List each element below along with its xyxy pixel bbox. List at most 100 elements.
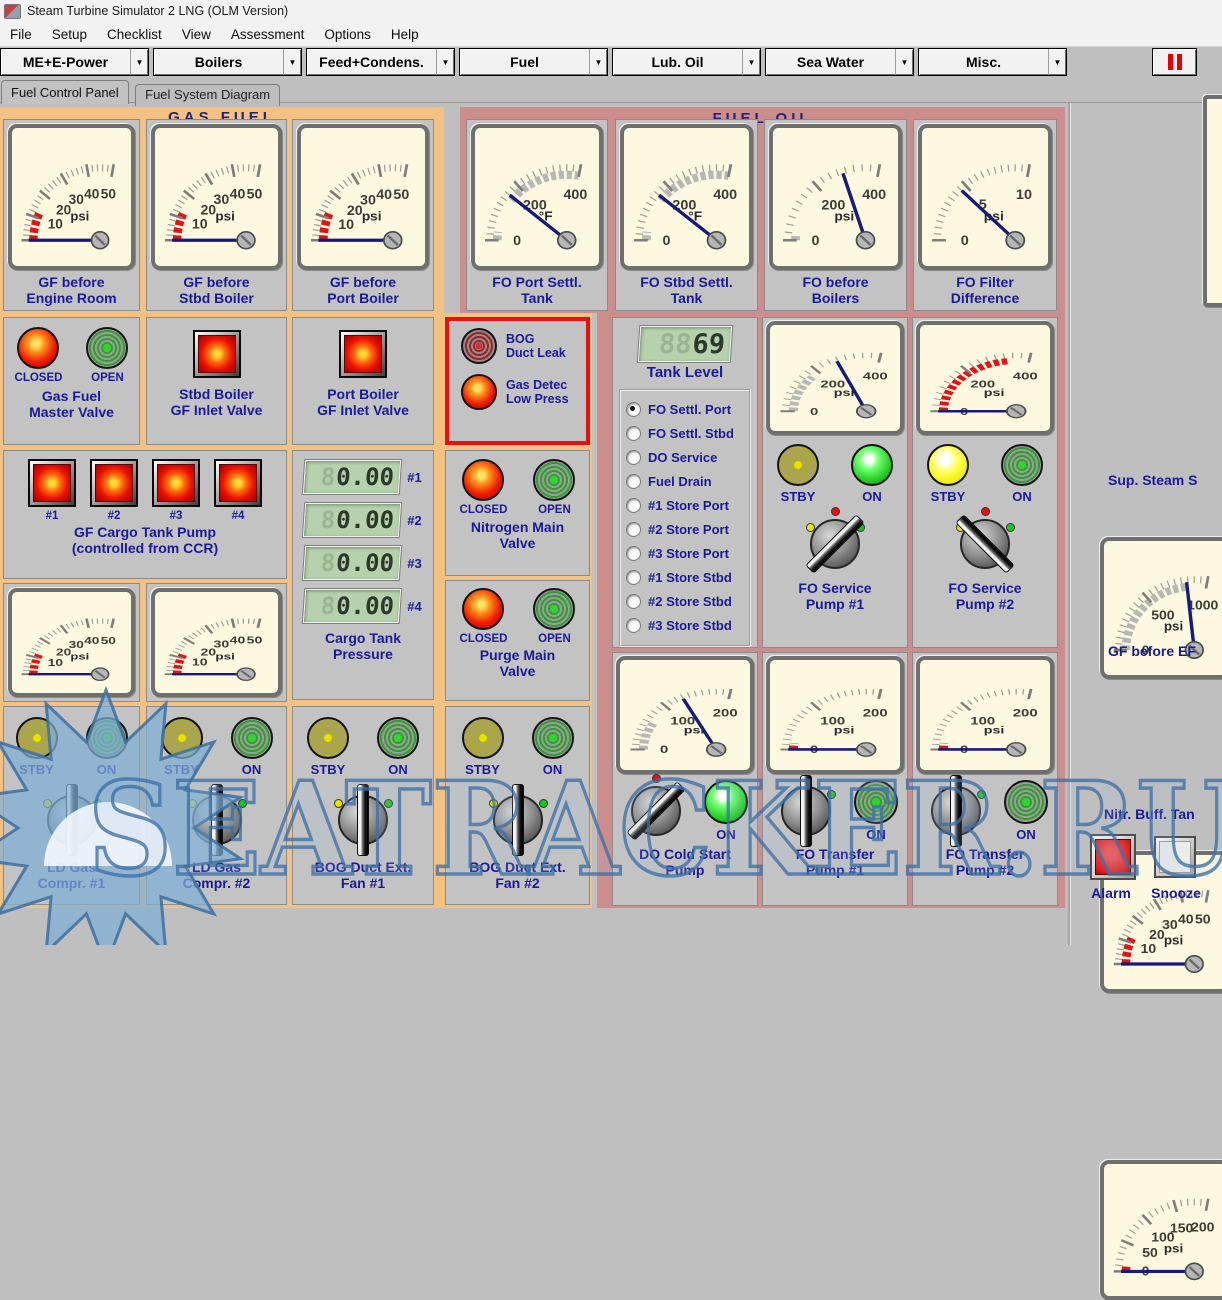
cargo-tank-pump-button-4[interactable] xyxy=(214,459,262,507)
radio-option-1-store-port[interactable]: #1 Store Port xyxy=(626,494,744,518)
chevron-down-icon[interactable]: ▼ xyxy=(589,49,607,75)
valve-label: Nitrogen Main Valve xyxy=(471,520,564,551)
svg-text:200: 200 xyxy=(1013,707,1038,719)
do-cold-start-switch[interactable] xyxy=(622,777,690,845)
ld-compr-2-switch[interactable] xyxy=(183,786,251,854)
cargo-tank-pump-button-1[interactable] xyxy=(28,459,76,507)
gauge-fo-before-boilers: 0200400psi xyxy=(769,124,902,270)
radio-circle[interactable] xyxy=(626,618,641,633)
cargo-tank-pump-button-2[interactable] xyxy=(90,459,138,507)
chevron-down-icon[interactable]: ▼ xyxy=(742,49,760,75)
radio-option-3-store-port[interactable]: #3 Store Port xyxy=(626,542,744,566)
panel-purge-main-valve: CLOSED OPEN Purge Main Valve xyxy=(445,580,590,701)
cargo-tank-pump-button-3[interactable] xyxy=(152,459,200,507)
bog-fan-1-switch[interactable] xyxy=(329,786,397,854)
cargo-pressure-display: 80.00 xyxy=(303,589,401,623)
illuminated-core xyxy=(33,464,71,502)
chevron-down-icon[interactable]: ▼ xyxy=(1048,49,1066,75)
toolbar-button-fuel[interactable]: Fuel▼ xyxy=(459,48,608,76)
toolbar-button-boilers[interactable]: Boilers▼ xyxy=(153,48,302,76)
snooze-face xyxy=(1159,841,1191,873)
radio-option-3-store-stbd[interactable]: #3 Store Stbd xyxy=(626,614,744,638)
pause-button[interactable] xyxy=(1152,48,1197,76)
panel-fo-before-boilers: 0200400psi FO before Boilers xyxy=(764,119,907,311)
panel-gf-cargo-tank-pump: #1#2#3#4 GF Cargo Tank Pump (controlled … xyxy=(3,450,287,579)
svg-text:0: 0 xyxy=(810,405,818,417)
button-tag: #2 xyxy=(108,510,121,522)
alarm-button[interactable] xyxy=(1090,834,1136,880)
radio-circle[interactable] xyxy=(626,450,641,465)
switch-handle[interactable] xyxy=(211,784,223,856)
button-tag: #1 xyxy=(46,510,59,522)
radio-option-fo-settl-stbd[interactable]: FO Settl. Stbd xyxy=(626,422,744,446)
toolbar-button-lub-oil[interactable]: Lub. Oil▼ xyxy=(612,48,761,76)
tab-fuel-system-diagram[interactable]: Fuel System Diagram xyxy=(135,84,280,106)
green-position-dot xyxy=(384,799,393,808)
radio-circle[interactable] xyxy=(626,522,641,537)
chevron-down-icon[interactable]: ▼ xyxy=(436,49,454,75)
radio-option-2-store-port[interactable]: #2 Store Port xyxy=(626,518,744,542)
radio-circle[interactable] xyxy=(626,474,641,489)
panel-tank-level: 8869 Tank Level FO Settl. PortFO Settl. … xyxy=(612,317,758,648)
toolbar-button-feed-condens[interactable]: Feed+Condens.▼ xyxy=(306,48,455,76)
svg-text:0: 0 xyxy=(961,233,969,248)
panel-stbd-boiler-gf-inlet-valve: Stbd Boiler GF Inlet Valve xyxy=(146,317,287,445)
radio-circle[interactable] xyxy=(626,498,641,513)
switch-handle[interactable] xyxy=(950,775,962,847)
chevron-down-icon[interactable]: ▼ xyxy=(130,49,148,75)
illuminated-core xyxy=(198,335,236,373)
on-lamp xyxy=(704,780,748,824)
radio-circle[interactable] xyxy=(626,570,641,585)
gauge-do-cold-start-pump: 0100200psi xyxy=(616,656,754,774)
illuminated-core xyxy=(95,464,133,502)
chevron-down-icon[interactable]: ▼ xyxy=(283,49,301,75)
switch-handle[interactable] xyxy=(800,775,812,847)
radio-circle[interactable] xyxy=(626,594,641,609)
closed-label: CLOSED xyxy=(460,633,508,645)
menu-item-checklist[interactable]: Checklist xyxy=(97,24,172,45)
radio-circle[interactable] xyxy=(626,426,641,441)
radio-option-fuel-drain[interactable]: Fuel Drain xyxy=(626,470,744,494)
pause-icon xyxy=(1168,54,1173,70)
radio-option-1-store-stbd[interactable]: #1 Store Stbd xyxy=(626,566,744,590)
illuminated-core xyxy=(219,464,257,502)
tab-fuel-control-panel[interactable]: Fuel Control Panel xyxy=(1,80,129,104)
chevron-down-icon[interactable]: ▼ xyxy=(895,49,913,75)
stbd-inlet-valve-button[interactable] xyxy=(193,330,241,378)
toolbar-button-label: Misc. xyxy=(919,49,1048,75)
menu-item-help[interactable]: Help xyxy=(381,24,429,45)
toolbar-button-sea-water[interactable]: Sea Water▼ xyxy=(765,48,914,76)
fo-transfer-pump-2-switch[interactable] xyxy=(922,777,990,845)
stby-label: STBY xyxy=(781,489,816,504)
fo-transfer-pump-1-switch[interactable] xyxy=(772,777,840,845)
radio-option-do-service[interactable]: DO Service xyxy=(626,446,744,470)
panel-gf-before-engine-room: 1020304050psi GF before Engine Room xyxy=(3,119,140,311)
display-ghost-digits: 8 xyxy=(320,506,336,534)
radio-option-fo-settl-port[interactable]: FO Settl. Port xyxy=(626,398,744,422)
radio-circle[interactable] xyxy=(626,402,641,417)
menu-item-view[interactable]: View xyxy=(172,24,221,45)
menu-item-assessment[interactable]: Assessment xyxy=(221,24,315,45)
panel-gf-before-stbd-boiler: 1020304050psi GF before Stbd Boiler xyxy=(146,119,287,311)
bog-fan-2-switch[interactable] xyxy=(484,786,552,854)
panel-fo-port-settl-tank: 0200400°F FO Port Settl. Tank xyxy=(466,119,608,311)
switch-handle[interactable] xyxy=(66,784,78,856)
ld-compr-1-switch[interactable] xyxy=(38,786,106,854)
radio-option-2-store-stbd[interactable]: #2 Store Stbd xyxy=(626,590,744,614)
svg-text:200: 200 xyxy=(1191,1220,1214,1234)
menu-item-file[interactable]: File xyxy=(0,24,42,45)
snooze-button[interactable] xyxy=(1154,836,1196,878)
svg-text:50: 50 xyxy=(247,635,263,646)
menu-item-options[interactable]: Options xyxy=(314,24,381,45)
svg-text:30: 30 xyxy=(69,639,85,651)
toolbar-button-me-e-power[interactable]: ME+E-Power▼ xyxy=(0,48,149,76)
fo-service-pump-1-switch[interactable] xyxy=(801,510,869,578)
fo-service-pump-2-switch[interactable] xyxy=(951,510,1019,578)
toolbar-button-misc[interactable]: Misc.▼ xyxy=(918,48,1067,76)
radio-circle[interactable] xyxy=(626,546,641,561)
menu-item-setup[interactable]: Setup xyxy=(42,24,97,45)
switch-handle[interactable] xyxy=(512,784,524,856)
port-inlet-valve-button[interactable] xyxy=(339,330,387,378)
switch-handle[interactable] xyxy=(357,784,369,856)
open-lamp xyxy=(86,327,128,369)
